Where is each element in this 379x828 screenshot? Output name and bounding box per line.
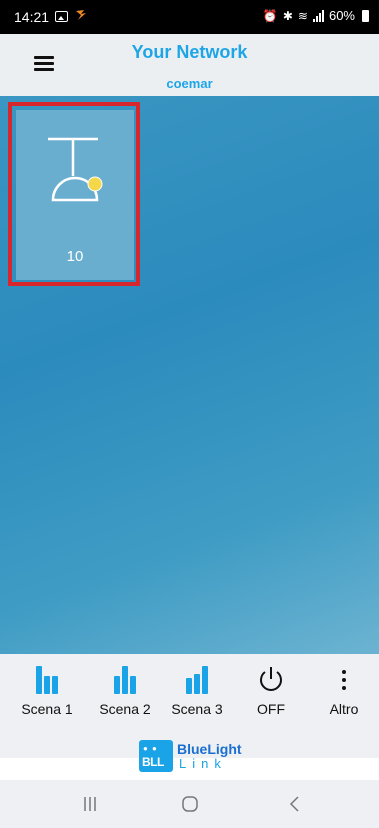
brand-logo-text: BLL — [142, 755, 164, 769]
power-icon — [246, 662, 296, 694]
device-label: 10 — [66, 248, 84, 265]
scene-2-label: Scena 2 — [99, 701, 151, 717]
brand-badge: ● ● BLL — [139, 740, 173, 772]
scene-2-button[interactable]: Scena 2 — [94, 662, 156, 717]
off-button[interactable]: OFF — [246, 662, 296, 717]
system-nav-bar — [0, 780, 379, 828]
more-button[interactable]: Altro — [319, 662, 369, 717]
scene2-icon — [94, 662, 156, 694]
home-icon[interactable] — [180, 794, 200, 819]
back-icon[interactable] — [285, 794, 305, 819]
recent-apps-icon[interactable] — [80, 794, 100, 819]
scene1-icon — [16, 662, 78, 694]
network-name: coemar — [166, 76, 213, 91]
alarm-icon: ⏰ — [262, 8, 278, 23]
brand-subname: Link — [179, 756, 227, 771]
signal-icon — [312, 9, 324, 22]
gallery-icon — [55, 11, 68, 22]
more-icon — [319, 662, 369, 694]
scene3-icon — [166, 662, 228, 694]
status-time: 14:21 — [14, 9, 50, 25]
scene-3-label: Scena 3 — [171, 701, 223, 717]
brand-name: BlueLight — [177, 741, 242, 757]
page-title: Your Network — [131, 42, 248, 62]
scene-3-button[interactable]: Scena 3 — [166, 662, 228, 717]
scene-1-label: Scena 1 — [21, 701, 73, 717]
bluetooth-icon: ✱ — [282, 8, 293, 23]
off-label: OFF — [257, 701, 285, 717]
bluelight-link-logo: ● ● BLL BlueLight Link — [139, 740, 259, 772]
wifi-icon: ≋ — [297, 8, 308, 23]
status-icons: ⏰ ✱ ≋ 60% — [263, 8, 369, 23]
pendant-lamp-icon — [48, 137, 103, 202]
more-label: Altro — [329, 701, 359, 717]
battery-icon — [362, 9, 369, 22]
battery-percent: 60% — [328, 8, 355, 23]
device-tile[interactable]: 10 — [16, 110, 134, 280]
status-bar: 14:21 ⏰ ✱ ≋ 60% — [0, 0, 379, 34]
scene-1-button[interactable]: Scena 1 — [16, 662, 78, 717]
app-notification-icon — [74, 8, 88, 25]
